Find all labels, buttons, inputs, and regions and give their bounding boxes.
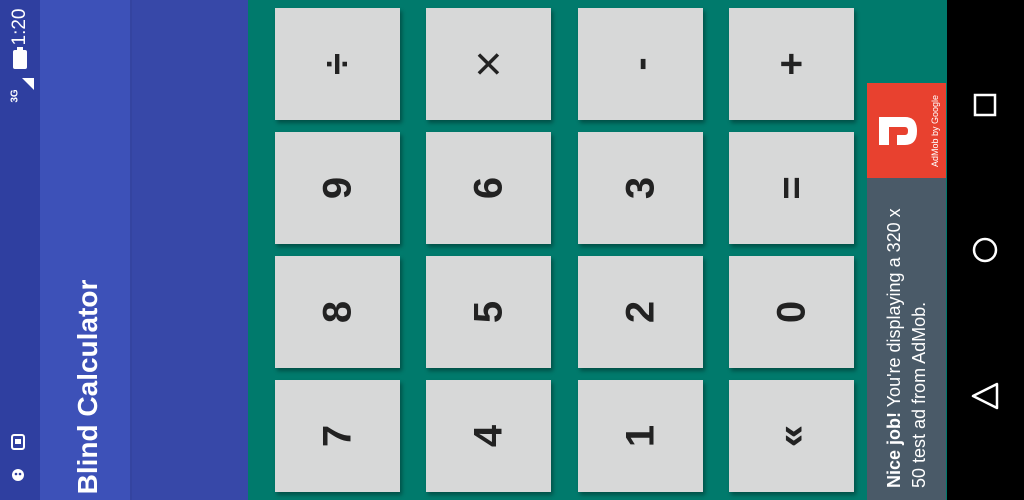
status-bar: 1:20 3G	[0, 0, 40, 500]
side-panel	[130, 0, 248, 500]
admob-logo-icon	[879, 117, 917, 145]
key-label: 5	[466, 300, 510, 324]
key-4[interactable]: 4	[426, 380, 551, 492]
key-plus[interactable]: +	[729, 8, 854, 120]
key-label: 8	[315, 300, 359, 324]
key-0[interactable]: 0	[729, 256, 854, 368]
status-time: 1:20	[9, 8, 30, 46]
ad-banner[interactable]: AdMob by Google Nice job! You're display…	[867, 83, 946, 500]
key-label: ÷	[315, 53, 359, 75]
key-label: «	[769, 424, 813, 448]
key-label: +	[769, 52, 813, 76]
page-title: Blind Calculator	[72, 279, 103, 495]
signal-icon	[22, 78, 34, 90]
key-3[interactable]: 3	[578, 132, 703, 244]
key-multiply[interactable]: ×	[426, 8, 551, 120]
key-label: 2	[618, 300, 662, 324]
back-icon[interactable]	[970, 381, 1000, 411]
home-icon[interactable]	[971, 236, 999, 264]
navigation-bar	[947, 0, 1024, 500]
admob-logo: AdMob by Google	[867, 83, 946, 178]
key-5[interactable]: 5	[426, 256, 551, 368]
key-2[interactable]: 2	[578, 256, 703, 368]
battery-icon	[13, 47, 27, 69]
key-label: =	[769, 176, 813, 200]
key-7[interactable]: 7	[275, 380, 400, 492]
ad-text: Nice job! You're displaying a 320 x 50 t…	[882, 188, 932, 488]
key-8[interactable]: 8	[275, 256, 400, 368]
key-label: 4	[466, 424, 510, 448]
key-backspace[interactable]: «	[729, 380, 854, 492]
network-type: 3G	[9, 89, 21, 103]
key-label: ×	[462, 49, 515, 79]
key-divide[interactable]: ÷	[275, 8, 400, 120]
key-label: 6	[466, 176, 510, 200]
notification-icon	[11, 434, 25, 450]
key-label: 9	[315, 176, 359, 200]
key-6[interactable]: 6	[426, 132, 551, 244]
key-minus[interactable]: -	[578, 8, 703, 120]
key-label: 7	[315, 424, 359, 448]
key-equals[interactable]: =	[729, 132, 854, 244]
key-label: 3	[618, 176, 662, 200]
key-1[interactable]: 1	[578, 380, 703, 492]
key-label: -	[618, 57, 662, 71]
recent-apps-icon[interactable]	[973, 93, 997, 117]
app-bar: Blind Calculator	[40, 0, 130, 500]
ad-headline: Nice job!	[884, 411, 904, 488]
ad-brand: AdMob by Google	[930, 94, 940, 168]
key-9[interactable]: 9	[275, 132, 400, 244]
key-label: 0	[769, 300, 813, 324]
key-label: 1	[618, 424, 662, 448]
android-debug-icon	[12, 469, 24, 481]
